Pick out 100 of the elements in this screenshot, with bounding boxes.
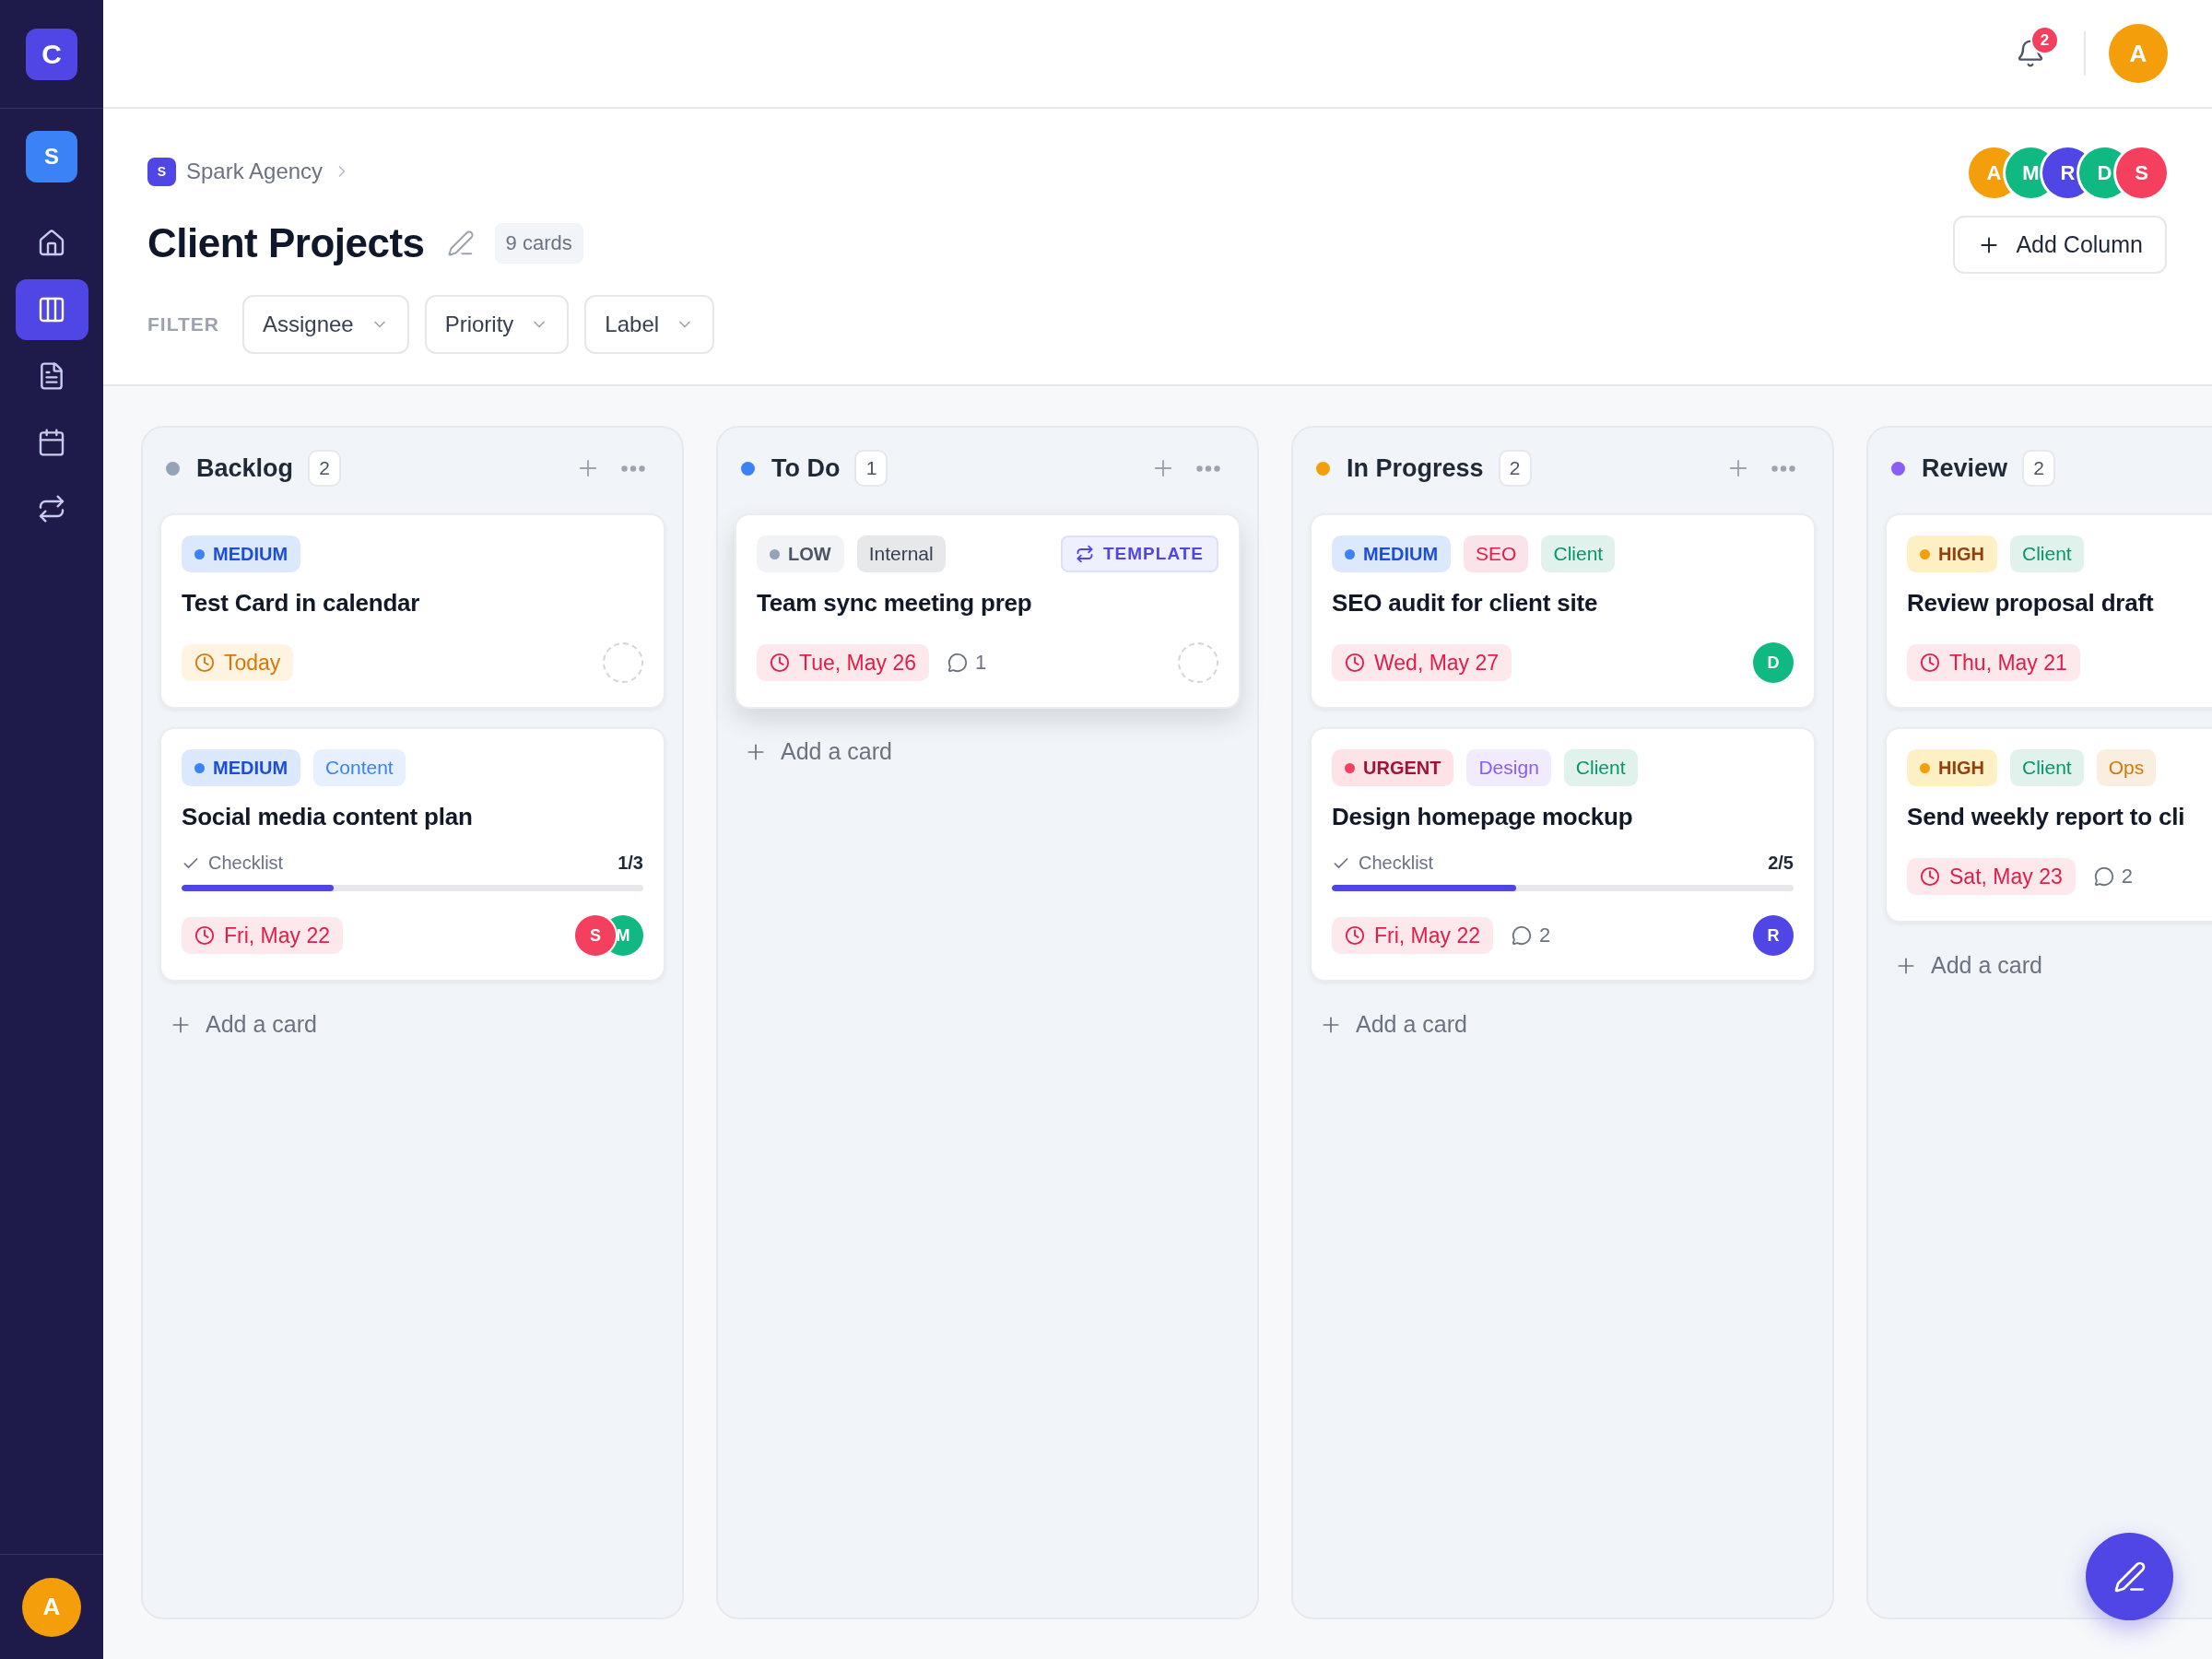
due-date: Thu, May 21 (1949, 650, 2067, 676)
comment-count: 2 (1539, 924, 1551, 947)
add-column-button[interactable]: Add Column (1953, 216, 2167, 274)
add-card-button[interactable]: Add a card (735, 729, 901, 774)
assignee-avatar: S (575, 915, 616, 956)
comment-icon (1512, 925, 1533, 946)
workspace-button[interactable]: S (26, 131, 77, 182)
repeat-icon (1076, 545, 1094, 563)
task-card[interactable]: HIGH Client Review proposal draft Thu, May 21 (1885, 513, 2212, 709)
home-icon (37, 229, 66, 258)
card-title: Design homepage mockup (1332, 802, 1634, 832)
label-tag: Design (1466, 749, 1551, 786)
priority-label: MEDIUM (213, 543, 288, 565)
workspace-avatar: S (147, 157, 176, 186)
dot-icon (1920, 548, 1930, 559)
due-date: Sat, May 23 (1949, 864, 2063, 889)
dot-icon (1345, 548, 1355, 559)
notification-count: 2 (2030, 26, 2059, 54)
due-date: Today (224, 650, 281, 676)
label-tag: Client (1541, 535, 1616, 572)
assignee-avatar: D (1753, 642, 1794, 683)
columns-icon (37, 295, 66, 324)
checklist-count: 1/3 (618, 853, 643, 874)
add-card-button[interactable]: Add a card (1885, 943, 2052, 988)
column-title: Review (1922, 453, 2008, 483)
label-tag: Content (313, 749, 406, 786)
column-count: 2 (308, 450, 342, 487)
add-card-button[interactable]: Add a card (159, 1002, 326, 1047)
more-icon (1771, 465, 1795, 472)
repeat-icon (37, 494, 66, 524)
priority-label: LOW (788, 543, 831, 565)
more-icon (621, 465, 645, 472)
empty-assignee-icon[interactable] (1178, 642, 1218, 683)
more-button[interactable] (1771, 465, 1795, 472)
card-title: Team sync meeting prep (757, 588, 1033, 618)
clock-icon (194, 653, 215, 673)
filter-dropdown[interactable]: Label (584, 295, 715, 354)
label-tag: Client (2010, 535, 2084, 572)
more-button[interactable] (1196, 465, 1220, 472)
column-title: To Do (771, 453, 841, 483)
task-card[interactable]: URGENT Design Client Design homepage mockup Checklist 2/5 Fri, May 22 2 R (1310, 727, 1816, 982)
nav-button[interactable] (15, 279, 88, 340)
card-title: Review proposal draft (1907, 588, 2155, 618)
dot-icon (194, 762, 205, 773)
edit-title-button[interactable] (446, 229, 475, 257)
filter-label: FILTER (147, 313, 219, 335)
card-title: Social media content plan (182, 802, 474, 832)
dot-icon (1345, 762, 1355, 773)
label-tag: SEO (1464, 535, 1529, 572)
filter-dropdown[interactable]: Assignee (241, 295, 409, 354)
priority-label: URGENT (1363, 757, 1441, 779)
card-title: Test Card in calendar (182, 588, 421, 618)
app-logo[interactable]: C (26, 28, 77, 80)
task-card[interactable]: MEDIUM Content Social media content plan Checklist 1/3 Fri, May 22 S M (159, 727, 665, 982)
clock-icon (1345, 925, 1365, 946)
label-tag: Internal (856, 535, 946, 572)
more-button[interactable] (621, 465, 645, 472)
priority-label: MEDIUM (1363, 543, 1439, 565)
checklist-count: 2/5 (1768, 853, 1794, 874)
filter-dropdown[interactable]: Priority (424, 295, 570, 354)
checklist-label: Checklist (208, 853, 284, 874)
column-count: 2 (2022, 450, 2056, 487)
breadcrumb-link[interactable]: Spark Agency (186, 159, 324, 184)
due-date: Tue, May 26 (799, 650, 916, 676)
more-icon (1196, 465, 1220, 472)
due-date: Wed, May 27 (1374, 650, 1500, 676)
label-tag: Client (2010, 749, 2084, 786)
task-card[interactable]: MEDIUM Test Card in calendar Today (159, 513, 665, 709)
task-card[interactable]: MEDIUM SEO Client SEO audit for client site Wed, May 27 D (1310, 513, 1816, 709)
task-card[interactable]: HIGH Client Ops Send weekly report to cli Sat, May 23 2 (1885, 727, 2212, 923)
due-date: Fri, May 22 (1374, 923, 1481, 948)
dot-icon (1920, 762, 1930, 773)
pencil-icon (446, 229, 475, 257)
clock-icon (1920, 653, 1940, 673)
page-title: Client Projects (147, 220, 425, 266)
label-tag: Client (1563, 749, 1638, 786)
comment-icon (2093, 866, 2114, 887)
card-total: 9 cards (494, 223, 583, 264)
empty-assignee-icon[interactable] (603, 642, 643, 683)
dot-icon (194, 548, 205, 559)
column-count: 1 (854, 450, 888, 487)
comment-count: 2 (2121, 865, 2133, 888)
calendar-icon (37, 428, 66, 457)
clock-icon (770, 653, 790, 673)
column-count: 2 (1498, 450, 1532, 487)
assignee-avatar: R (1753, 915, 1794, 956)
member-avatar: S (2116, 147, 2167, 198)
add-card-button[interactable]: Add a card (1310, 1002, 1477, 1047)
card-title: Send weekly report to cli (1907, 802, 2186, 832)
priority-label: HIGH (1938, 543, 1984, 565)
clock-icon (194, 925, 215, 946)
comment-count: 1 (975, 651, 987, 675)
clock-icon (1920, 866, 1940, 887)
comment-icon (947, 653, 968, 673)
pencil-icon (2112, 1559, 2147, 1594)
card-title: SEO audit for client site (1332, 588, 1599, 618)
dot-icon (770, 548, 780, 559)
checklist-label: Checklist (1359, 853, 1434, 874)
priority-label: MEDIUM (213, 757, 288, 779)
task-card[interactable]: LOW Internal TEMPLATE Team sync meeting prep Tue, May 26 1 (735, 513, 1241, 709)
